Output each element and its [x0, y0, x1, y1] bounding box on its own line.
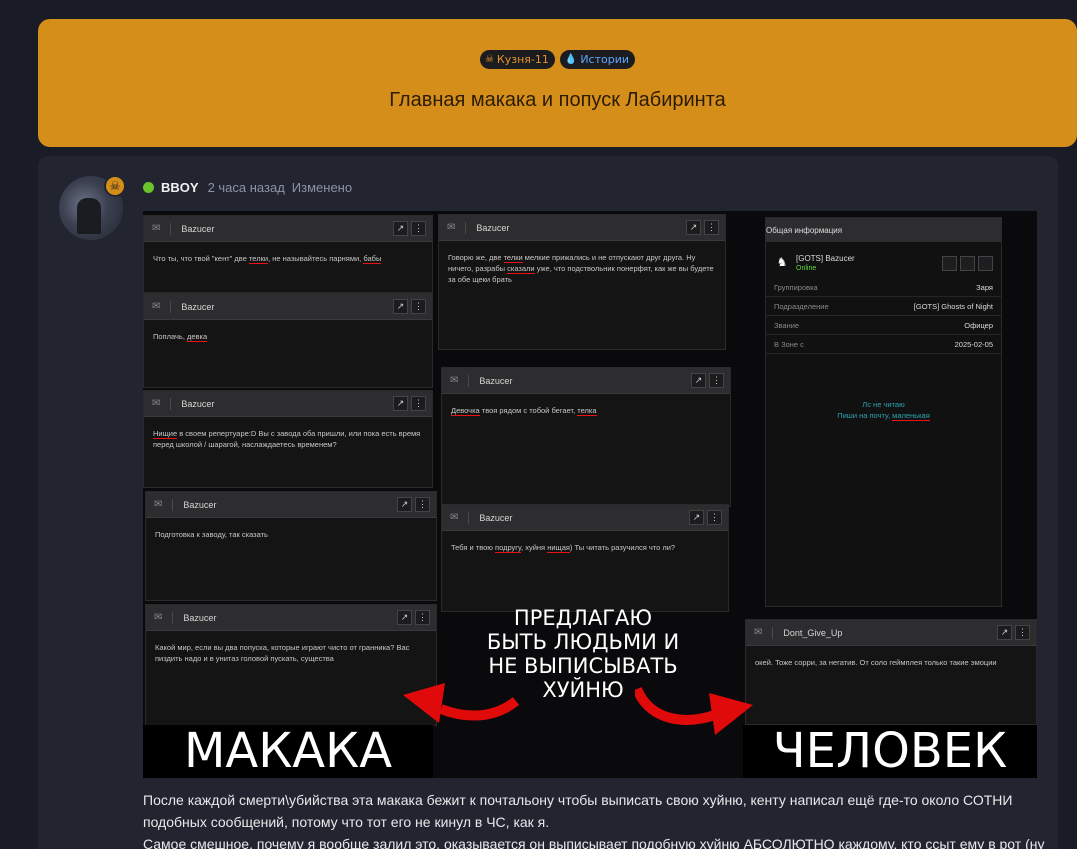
post-card: ☠ BBOY 2 часа назад Изменено ✉ Bazucer ↗ ⋮ … [38, 156, 1058, 849]
online-status-icon [143, 182, 154, 193]
label-chelovek: ЧЕЛОВЕК [743, 725, 1037, 778]
open-icon: ↗ [393, 299, 408, 314]
add-friend-icon [942, 255, 957, 271]
chat-message: ✉ Bazucer ↗ ⋮ Говорю же, две телки мелкие п… [438, 214, 726, 350]
more-icon [978, 255, 993, 271]
profile-note: Лс не читаю Пиши на почту, маленькая [837, 400, 930, 421]
open-icon: ↗ [686, 220, 701, 235]
profile-name: [GOTS] Bazucer [796, 254, 855, 263]
message-sender: Bazucer [479, 512, 513, 523]
message-sender: Bazucer [183, 612, 217, 623]
post-body: После каждой смерти\убийства эта макака … [143, 789, 1045, 849]
more-icon: ⋮ [411, 221, 426, 236]
username-link[interactable]: BBOY [161, 180, 199, 195]
drop-icon: 💧 [564, 54, 578, 65]
chat-message: ✉ Bazucer ↗ ⋮ Девочка твоя рядом с тобой бе… [441, 367, 731, 507]
more-icon: ⋮ [709, 373, 724, 388]
arrow-left-icon [403, 683, 520, 723]
chat-message: ✉ Bazucer ↗ ⋮ Подготовка к заводу, так сказ… [145, 491, 437, 601]
envelope-icon: ✉ [754, 627, 763, 638]
envelope-icon: ✉ [152, 398, 161, 409]
message-sender: Bazucer [181, 223, 215, 234]
message-sender: Bazucer [181, 398, 215, 409]
message-text: Девочка твоя рядом с тобой бегает, телка [451, 406, 597, 416]
panel-title: Общая информация [766, 218, 1001, 242]
envelope-icon: ✉ [154, 612, 163, 623]
message-text: Тебя и твою подругу, хуйня нищая) Ты чит… [451, 543, 676, 553]
open-icon: ↗ [997, 625, 1012, 640]
more-icon: ⋮ [411, 396, 426, 411]
more-icon: ⋮ [415, 497, 430, 512]
tag-stories[interactable]: 💧 Истории [559, 50, 636, 69]
envelope-icon: ✉ [152, 301, 161, 312]
chat-icon [960, 255, 975, 271]
open-icon: ↗ [689, 510, 704, 525]
envelope-icon: ✉ [154, 499, 163, 510]
message-sender: Bazucer [476, 222, 510, 233]
envelope-icon: ✉ [450, 375, 459, 386]
chat-message: ✉ Dont_Give_Up ↗ ⋮ окей. Тоже сорри, за нег… [745, 619, 1037, 725]
message-sender: Bazucer [181, 301, 215, 312]
post-paragraph: После каждой смерти\убийства эта макака … [143, 792, 1013, 830]
profile-info-panel: Общая информация ♞ [GOTS] Bazucer Online … [765, 217, 1002, 607]
post-paragraph: Самое смешное, почему я вообще залил это… [143, 836, 1045, 849]
info-row: В Зоне с 2025-02-05 [766, 335, 1001, 354]
more-icon: ⋮ [415, 610, 430, 625]
skull-icon: ☠ [484, 54, 494, 65]
profile-user: ♞ [GOTS] Bazucer Online [766, 242, 1001, 278]
edited-label[interactable]: Изменено [292, 180, 352, 195]
info-row: Звание Офицер [766, 316, 1001, 335]
open-icon: ↗ [397, 497, 412, 512]
open-icon: ↗ [691, 373, 706, 388]
faction-icon: ♞ [776, 255, 788, 269]
envelope-icon: ✉ [152, 223, 161, 234]
label-makaka: МАКАКА [143, 725, 433, 778]
topic-header: ☠ Кузня-11 💧 Истории Главная макака и по… [38, 19, 1077, 147]
message-text: окей. Тоже сорри, за негатив. От соло ге… [755, 658, 997, 667]
info-row: Подразделение [GOTS] Ghosts of Night [766, 297, 1001, 316]
chat-message: ✉ Bazucer ↗ ⋮ Тебя и твою подругу, хуйня ни… [441, 504, 729, 612]
skull-badge-icon: ☠ [104, 175, 126, 197]
tag-label: Кузня-11 [496, 53, 549, 66]
chat-message: ✉ Bazucer ↗ ⋮ Поплачь, девка [143, 293, 433, 388]
more-icon: ⋮ [704, 220, 719, 235]
profile-status: Online [796, 265, 817, 272]
open-icon: ↗ [397, 610, 412, 625]
tag-label: Истории [580, 53, 630, 66]
message-text: Поплачь, девка [153, 332, 208, 342]
more-icon: ⋮ [411, 299, 426, 314]
message-text: Какой мир, если вы два попуска, которые … [155, 643, 410, 663]
message-text: Говорю же, две телки мелкие прижались и … [448, 253, 714, 284]
chat-message: ✉ Bazucer ↗ ⋮ Что ты, что твой "кент" две т… [143, 215, 433, 293]
post-meta: BBOY 2 часа назад Изменено [143, 180, 352, 195]
message-sender: Bazucer [183, 499, 217, 510]
info-row: Группировка Заря [766, 278, 1001, 297]
message-sender: Bazucer [479, 375, 513, 386]
message-text: Что ты, что твой "кент" две телки, не на… [153, 254, 382, 264]
open-icon: ↗ [393, 221, 408, 236]
chat-message: ✉ Bazucer ↗ ⋮ Нищие в своем репертуаре:D Вы… [143, 390, 433, 488]
tag-list: ☠ Кузня-11 💧 Истории [38, 50, 1077, 69]
tag-kuznya[interactable]: ☠ Кузня-11 [479, 50, 555, 69]
more-icon: ⋮ [707, 510, 722, 525]
envelope-icon: ✉ [447, 222, 456, 233]
post-image[interactable]: ✉ Bazucer ↗ ⋮ Что ты, что твой "кент" две т… [143, 211, 1037, 778]
more-icon: ⋮ [1015, 625, 1030, 640]
chat-message: ✉ Bazucer ↗ ⋮ Какой мир, если вы два попуск… [145, 604, 437, 726]
message-text: Подготовка к заводу, так сказать [155, 530, 268, 539]
arrow-right-icon [635, 686, 753, 735]
post-time[interactable]: 2 часа назад [208, 180, 285, 195]
open-icon: ↗ [393, 396, 408, 411]
message-text: Нищие в своем репертуаре:D Вы с завода о… [153, 429, 421, 449]
message-sender: Dont_Give_Up [783, 627, 843, 638]
topic-title: Главная макака и попуск Лабиринта [389, 89, 726, 111]
envelope-icon: ✉ [450, 512, 459, 523]
